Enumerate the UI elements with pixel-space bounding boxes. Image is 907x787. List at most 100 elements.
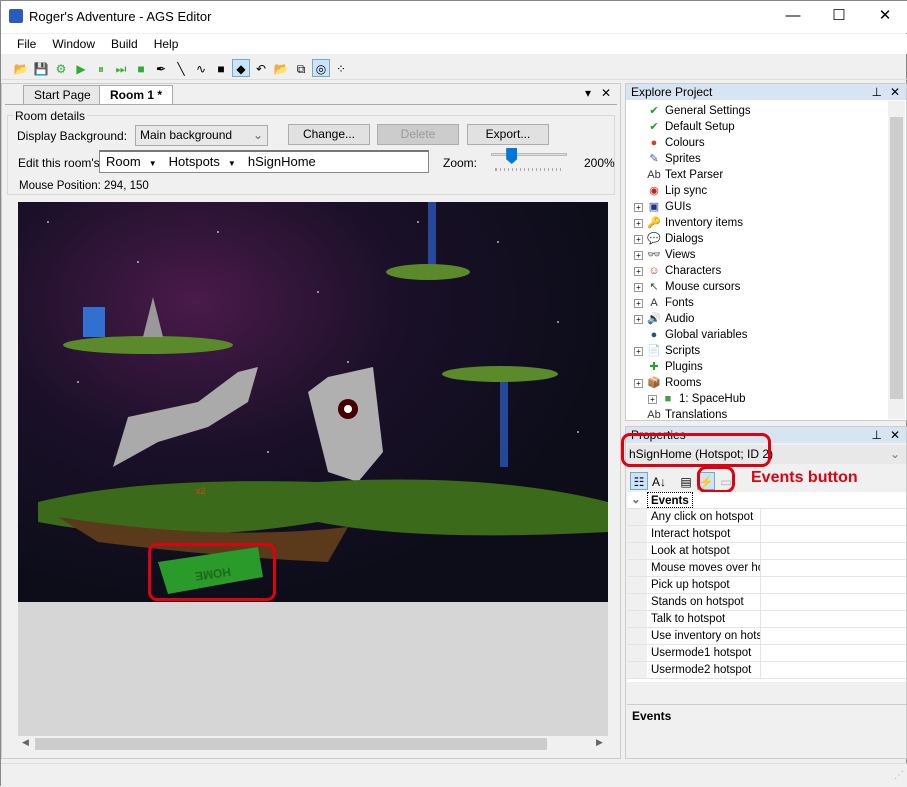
expand-icon[interactable]: + [634,379,643,388]
open-icon[interactable]: 📂 [12,60,30,78]
line-icon[interactable]: ╲ [172,60,190,78]
tab-start-page[interactable]: Start Page [23,85,102,104]
build-icon[interactable]: ⚙ [52,60,70,78]
scrollbar-thumb[interactable] [35,738,547,750]
tree-item[interactable]: ✔ General Settings [634,103,886,119]
event-handler-value[interactable] [761,526,901,542]
tab-list-dropdown-icon[interactable]: ▾ [585,86,591,100]
tree-item[interactable]: + ↖ Mouse cursors [634,279,886,295]
panel-close-icon[interactable]: ✕ [890,427,900,443]
stop-icon[interactable]: ■ [132,60,150,78]
event-row[interactable]: Interact hotspot [627,526,906,543]
categorized-icon[interactable]: ☷ [630,472,648,490]
zoom-slider[interactable] [491,153,567,156]
tree-item[interactable]: + 📄 Scripts [634,343,886,359]
expand-icon[interactable]: + [634,267,643,276]
crumb-hotspots[interactable]: Hotspots [169,154,220,169]
event-row[interactable]: Look at hotspot [627,543,906,560]
step-icon[interactable]: ⏭ [112,60,130,78]
tree-item[interactable]: + ☺ Characters [634,263,886,279]
pin-icon[interactable]: ⊥ [872,84,882,100]
expand-icon[interactable]: + [634,315,643,324]
event-row[interactable]: Talk to hotspot [627,611,906,628]
pause-icon[interactable]: ⏸ [92,60,110,78]
run-icon[interactable]: ▶ [72,60,90,78]
tree-item[interactable]: ✚ Plugins [634,359,886,375]
event-handler-value[interactable] [761,560,901,576]
event-row[interactable]: Any click on hotspot [627,509,906,526]
expand-icon[interactable]: + [634,219,643,228]
hotspot-select-icon[interactable]: ◎ [312,59,330,77]
save-icon[interactable]: 💾 [32,60,50,78]
minimize-button[interactable]: — [770,1,816,31]
expand-icon[interactable]: + [634,347,643,356]
eyedropper-icon[interactable]: ✒ [152,60,170,78]
event-row[interactable]: Use inventory on hotspot [627,628,906,645]
tree-item[interactable]: Ab Text Parser [634,167,886,183]
crumb-hotspot-name[interactable]: hSignHome [248,154,316,169]
tab-room-1[interactable]: Room 1 * [99,85,174,104]
rectangle-icon[interactable]: ■ [212,60,230,78]
crumb-dropdown-icon[interactable]: ▼ [149,159,157,168]
expand-icon[interactable]: + [634,235,643,244]
event-handler-value[interactable] [761,509,901,525]
alphabetical-icon[interactable]: A↓ [650,473,668,491]
tree-item[interactable]: + 🔑 Inventory items [634,215,886,231]
expand-icon[interactable]: + [634,299,643,308]
tree-item[interactable]: + 📦 Rooms [634,375,886,391]
tree-item[interactable]: + A Fonts [634,295,886,311]
export-button[interactable]: Export... [467,124,549,145]
expand-icon[interactable]: + [634,251,643,260]
import-icon[interactable]: 📂 [272,60,290,78]
menu-help[interactable]: Help [146,34,187,51]
copy-walkable-icon[interactable]: ⧉ [292,60,310,78]
expand-icon[interactable]: + [648,395,657,404]
horizontal-scrollbar[interactable]: ◀ ▶ [18,736,608,752]
room-canvas[interactable]: HOME x2 [18,202,608,602]
tree-item[interactable]: + 👓 Views [634,247,886,263]
tree-item[interactable]: ✎ Sprites [634,151,886,167]
tree-item[interactable]: + ▣ GUIs [634,199,886,215]
event-row[interactable]: Usermode2 hotspot [627,662,906,679]
undo-icon[interactable]: ↶ [252,60,270,78]
tree-item[interactable]: + 🔊 Audio [634,311,886,327]
change-button[interactable]: Change... [288,124,370,145]
event-row[interactable]: Usermode1 hotspot [627,645,906,662]
crumb-room[interactable]: Room [106,154,141,169]
tree-item[interactable]: ◉ Lip sync [634,183,886,199]
tree-item[interactable]: ✔ Default Setup [634,119,886,135]
properties-icon[interactable]: ▤ [677,473,695,491]
event-handler-value[interactable] [761,645,901,661]
expand-icon[interactable]: + [634,203,643,212]
tab-close-icon[interactable]: ✕ [601,86,611,100]
maximize-button[interactable]: ☐ [816,1,862,31]
event-row[interactable]: Stands on hotspot [627,594,906,611]
tree-item[interactable]: + ■ 1: SpaceHub [634,391,886,407]
event-handler-value[interactable] [761,628,901,644]
event-handler-value[interactable] [761,577,901,593]
event-row[interactable]: Mouse moves over hotspot [627,560,906,577]
resize-grip-icon[interactable]: ⋰ [894,770,904,781]
menu-file[interactable]: File [1,34,44,51]
display-background-select[interactable]: Main background ⌄ [135,125,268,146]
crumb-dropdown-icon[interactable]: ▼ [228,159,236,168]
tree-item[interactable]: ● Global variables [634,327,886,343]
event-row[interactable]: Pick up hotspot [627,577,906,594]
category-events[interactable]: ⌄ Events [627,492,906,509]
tree-item[interactable]: Ab Translations [634,407,886,419]
fill-icon[interactable]: ◆ [232,59,250,77]
tree-scrollbar[interactable] [888,101,905,419]
event-handler-value[interactable] [761,543,901,559]
event-handler-value[interactable] [761,594,901,610]
event-handler-value[interactable] [761,662,901,678]
delete-button[interactable]: Delete [377,124,459,145]
event-handler-value[interactable] [761,611,901,627]
tree-item[interactable]: ● Colours [634,135,886,151]
panel-close-icon[interactable]: ✕ [890,84,900,100]
zoom-icon[interactable]: ⁘ [332,60,350,78]
expand-icon[interactable]: + [634,283,643,292]
tree-item[interactable]: + 💬 Dialogs [634,231,886,247]
pin-icon[interactable]: ⊥ [872,427,882,443]
freehand-icon[interactable]: ∿ [192,60,210,78]
close-button[interactable]: ✕ [862,1,907,31]
